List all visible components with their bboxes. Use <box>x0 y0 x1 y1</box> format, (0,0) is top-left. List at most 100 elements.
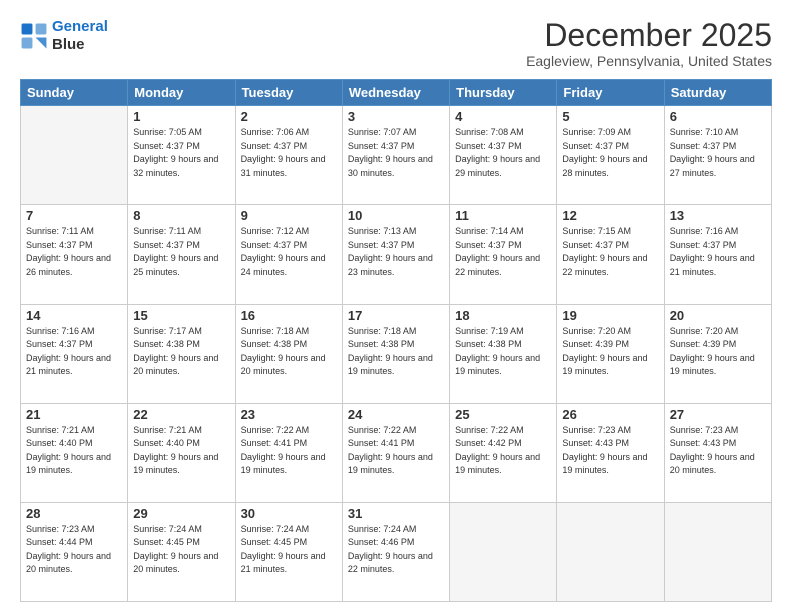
calendar-cell: 14Sunrise: 7:16 AMSunset: 4:37 PMDayligh… <box>21 304 128 403</box>
calendar-cell: 21Sunrise: 7:21 AMSunset: 4:40 PMDayligh… <box>21 403 128 502</box>
calendar-cell <box>664 502 771 601</box>
day-number: 31 <box>348 506 444 521</box>
calendar-cell: 15 Sunrise: 7:17 AMSunset: 4:38 PMDayligh… <box>128 304 235 403</box>
calendar-cell: 16 Sunrise: 7:18 AMSunset: 4:38 PMDayligh… <box>235 304 342 403</box>
day-number: 9 <box>241 208 337 223</box>
calendar-cell: 13 Sunrise: 7:16 AMSunset: 4:37 PMDayligh… <box>664 205 771 304</box>
calendar-cell: 5 Sunrise: 7:09 AMSunset: 4:37 PMDaylight… <box>557 106 664 205</box>
day-info: Sunrise: 7:18 AMSunset: 4:38 PMDaylight:… <box>241 325 337 379</box>
day-number: 24 <box>348 407 444 422</box>
day-number: 25 <box>455 407 551 422</box>
calendar-cell: 6 Sunrise: 7:10 AMSunset: 4:37 PMDaylight… <box>664 106 771 205</box>
day-info: Sunrise: 7:19 AMSunset: 4:38 PMDaylight:… <box>455 325 551 379</box>
calendar-cell: 26 Sunrise: 7:23 AMSunset: 4:43 PMDayligh… <box>557 403 664 502</box>
weekday-header-sunday: Sunday <box>21 80 128 106</box>
calendar-body: 1Sunrise: 7:05 AMSunset: 4:37 PMDaylight… <box>21 106 772 602</box>
day-number: 4 <box>455 109 551 124</box>
day-number: 26 <box>562 407 658 422</box>
calendar-cell: 28 Sunrise: 7:23 AMSunset: 4:44 PMDayligh… <box>21 502 128 601</box>
day-info: Sunrise: 7:22 AMSunset: 4:41 PMDaylight:… <box>241 424 337 478</box>
logo-line2: Blue <box>52 36 108 54</box>
logo-text: General Blue <box>52 18 108 54</box>
weekday-header-row: SundayMondayTuesdayWednesdayThursdayFrid… <box>21 80 772 106</box>
calendar-cell: 25 Sunrise: 7:22 AMSunset: 4:42 PMDayligh… <box>450 403 557 502</box>
day-info: Sunrise: 7:24 AMSunset: 4:45 PMDaylight:… <box>133 523 229 577</box>
day-number: 20 <box>670 308 766 323</box>
day-info: Sunrise: 7:23 AMSunset: 4:43 PMDaylight:… <box>562 424 658 478</box>
day-info: Sunrise: 7:15 AMSunset: 4:37 PMDaylight:… <box>562 225 658 279</box>
day-info: Sunrise: 7:20 AMSunset: 4:39 PMDaylight:… <box>670 325 766 379</box>
day-number: 16 <box>241 308 337 323</box>
calendar-cell: 10 Sunrise: 7:13 AMSunset: 4:37 PMDayligh… <box>342 205 449 304</box>
calendar-week-row: 7 Sunrise: 7:11 AMSunset: 4:37 PMDaylight… <box>21 205 772 304</box>
day-info: Sunrise: 7:09 AMSunset: 4:37 PMDaylight:… <box>562 126 658 180</box>
day-info: Sunrise: 7:17 AMSunset: 4:38 PMDaylight:… <box>133 325 229 379</box>
day-number: 28 <box>26 506 122 521</box>
day-number: 17 <box>348 308 444 323</box>
calendar-week-row: 1Sunrise: 7:05 AMSunset: 4:37 PMDaylight… <box>21 106 772 205</box>
day-number: 15 <box>133 308 229 323</box>
calendar: SundayMondayTuesdayWednesdayThursdayFrid… <box>20 79 772 602</box>
day-info: Sunrise: 7:21 AMSunset: 4:40 PMDaylight:… <box>133 424 229 478</box>
day-number: 3 <box>348 109 444 124</box>
day-number: 13 <box>670 208 766 223</box>
day-number: 2 <box>241 109 337 124</box>
calendar-cell: 4Sunrise: 7:08 AMSunset: 4:37 PMDaylight… <box>450 106 557 205</box>
calendar-cell: 31 Sunrise: 7:24 AMSunset: 4:46 PMDayligh… <box>342 502 449 601</box>
day-info: Sunrise: 7:05 AMSunset: 4:37 PMDaylight:… <box>133 126 229 180</box>
day-info: Sunrise: 7:16 AMSunset: 4:37 PMDaylight:… <box>670 225 766 279</box>
calendar-cell: 23Sunrise: 7:22 AMSunset: 4:41 PMDayligh… <box>235 403 342 502</box>
calendar-cell: 24 Sunrise: 7:22 AMSunset: 4:41 PMDayligh… <box>342 403 449 502</box>
day-number: 11 <box>455 208 551 223</box>
calendar-cell: 27Sunrise: 7:23 AMSunset: 4:43 PMDayligh… <box>664 403 771 502</box>
day-info: Sunrise: 7:11 AMSunset: 4:37 PMDaylight:… <box>133 225 229 279</box>
day-number: 29 <box>133 506 229 521</box>
calendar-cell: 11 Sunrise: 7:14 AMSunset: 4:37 PMDayligh… <box>450 205 557 304</box>
calendar-cell <box>450 502 557 601</box>
weekday-header-monday: Monday <box>128 80 235 106</box>
day-info: Sunrise: 7:13 AMSunset: 4:37 PMDaylight:… <box>348 225 444 279</box>
day-number: 5 <box>562 109 658 124</box>
day-number: 19 <box>562 308 658 323</box>
day-info: Sunrise: 7:22 AMSunset: 4:41 PMDaylight:… <box>348 424 444 478</box>
day-info: Sunrise: 7:14 AMSunset: 4:37 PMDaylight:… <box>455 225 551 279</box>
calendar-cell: 8Sunrise: 7:11 AMSunset: 4:37 PMDaylight… <box>128 205 235 304</box>
location: Eagleview, Pennsylvania, United States <box>526 53 772 69</box>
day-info: Sunrise: 7:23 AMSunset: 4:44 PMDaylight:… <box>26 523 122 577</box>
calendar-cell: 20 Sunrise: 7:20 AMSunset: 4:39 PMDayligh… <box>664 304 771 403</box>
day-number: 6 <box>670 109 766 124</box>
day-info: Sunrise: 7:21 AMSunset: 4:40 PMDaylight:… <box>26 424 122 478</box>
day-info: Sunrise: 7:18 AMSunset: 4:38 PMDaylight:… <box>348 325 444 379</box>
day-number: 12 <box>562 208 658 223</box>
calendar-week-row: 14Sunrise: 7:16 AMSunset: 4:37 PMDayligh… <box>21 304 772 403</box>
day-info: Sunrise: 7:20 AMSunset: 4:39 PMDaylight:… <box>562 325 658 379</box>
calendar-cell: 22Sunrise: 7:21 AMSunset: 4:40 PMDayligh… <box>128 403 235 502</box>
weekday-header-tuesday: Tuesday <box>235 80 342 106</box>
day-info: Sunrise: 7:22 AMSunset: 4:42 PMDaylight:… <box>455 424 551 478</box>
calendar-cell: 2Sunrise: 7:06 AMSunset: 4:37 PMDaylight… <box>235 106 342 205</box>
page: General Blue December 2025 Eagleview, Pe… <box>0 0 792 612</box>
calendar-cell: 7Sunrise: 7:11 AMSunset: 4:37 PMDaylight… <box>21 205 128 304</box>
weekday-header-friday: Friday <box>557 80 664 106</box>
weekday-header-wednesday: Wednesday <box>342 80 449 106</box>
calendar-cell: 30Sunrise: 7:24 AMSunset: 4:45 PMDayligh… <box>235 502 342 601</box>
day-number: 7 <box>26 208 122 223</box>
logo-line1: General <box>52 18 108 35</box>
day-info: Sunrise: 7:16 AMSunset: 4:37 PMDaylight:… <box>26 325 122 379</box>
calendar-cell: 12 Sunrise: 7:15 AMSunset: 4:37 PMDayligh… <box>557 205 664 304</box>
day-info: Sunrise: 7:07 AMSunset: 4:37 PMDaylight:… <box>348 126 444 180</box>
month-title: December 2025 <box>526 18 772 53</box>
calendar-cell: 1Sunrise: 7:05 AMSunset: 4:37 PMDaylight… <box>128 106 235 205</box>
weekday-header-thursday: Thursday <box>450 80 557 106</box>
calendar-cell <box>557 502 664 601</box>
calendar-header: SundayMondayTuesdayWednesdayThursdayFrid… <box>21 80 772 106</box>
day-info: Sunrise: 7:10 AMSunset: 4:37 PMDaylight:… <box>670 126 766 180</box>
day-info: Sunrise: 7:12 AMSunset: 4:37 PMDaylight:… <box>241 225 337 279</box>
day-info: Sunrise: 7:24 AMSunset: 4:45 PMDaylight:… <box>241 523 337 577</box>
calendar-cell: 18Sunrise: 7:19 AMSunset: 4:38 PMDayligh… <box>450 304 557 403</box>
day-number: 27 <box>670 407 766 422</box>
day-info: Sunrise: 7:24 AMSunset: 4:46 PMDaylight:… <box>348 523 444 577</box>
day-number: 10 <box>348 208 444 223</box>
header: General Blue December 2025 Eagleview, Pe… <box>20 18 772 69</box>
weekday-header-saturday: Saturday <box>664 80 771 106</box>
